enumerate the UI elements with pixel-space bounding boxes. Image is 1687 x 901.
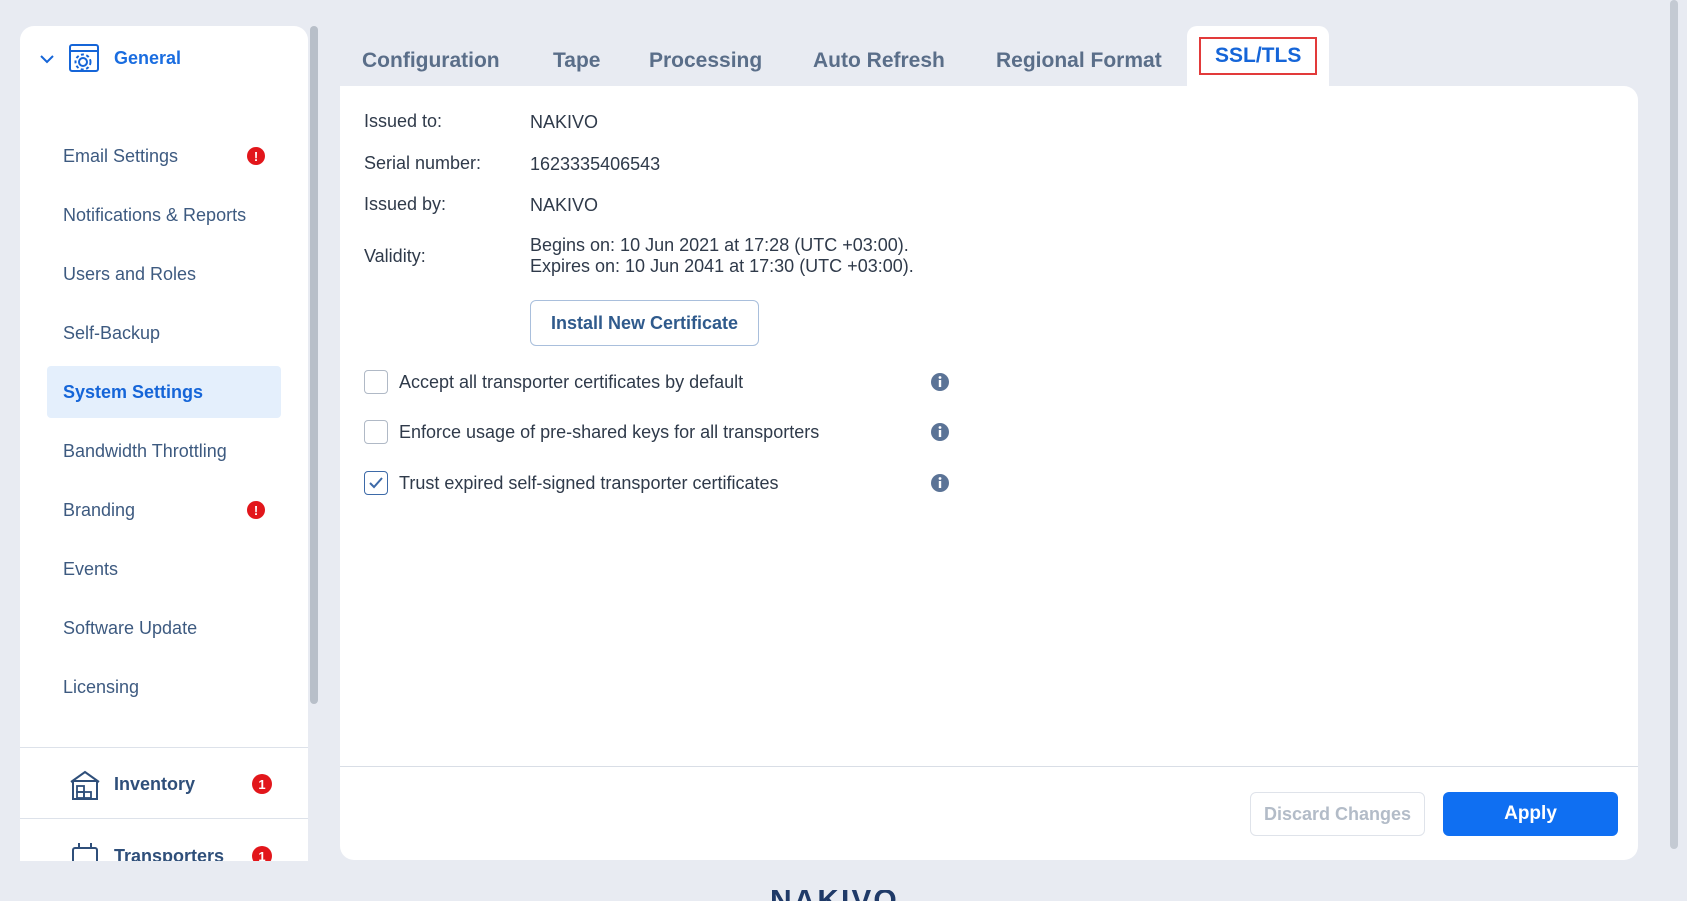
accept-all-certificates-checkbox[interactable] [364, 370, 388, 394]
sidebar-item-self-backup[interactable]: Self-Backup [47, 307, 281, 359]
option-label: Trust expired self-signed transporter ce… [399, 472, 779, 493]
enforce-pre-shared-keys-checkbox[interactable] [364, 420, 388, 444]
serial-number-label: Serial number: [364, 153, 482, 173]
option-accept-all-certificates: Accept all transporter certificates by d… [364, 367, 944, 397]
page-scrollbar-thumb[interactable] [1670, 0, 1678, 849]
sidebar-divider [20, 747, 308, 748]
sidebar-item-events[interactable]: Events [47, 543, 281, 595]
sidebar-item-email-settings[interactable]: Email Settings ! [47, 130, 281, 182]
sidebar-item-bandwidth-throttling[interactable]: Bandwidth Throttling [47, 425, 281, 477]
sidebar-item-label: Bandwidth Throttling [63, 440, 227, 461]
issued-to-label: Issued to: [364, 111, 443, 131]
issued-by-label: Issued by: [364, 194, 447, 214]
tab-ssl-tls[interactable]: SSL/TLS [1187, 26, 1330, 86]
transporters-count-badge: 1 [252, 846, 272, 861]
sidebar-scrollbar-thumb[interactable] [310, 26, 318, 704]
chevron-down-icon[interactable] [38, 50, 56, 68]
gear-window-icon [69, 44, 99, 72]
page-scrollbar[interactable] [1669, 0, 1679, 901]
sidebar-item-system-settings[interactable]: System Settings [47, 366, 281, 418]
issued-to-value: NAKIVO [530, 112, 599, 132]
sidebar-item-notifications-reports[interactable]: Notifications & Reports [47, 189, 281, 241]
tab-tape[interactable]: Tape [553, 36, 600, 86]
tab-configuration[interactable]: Configuration [362, 36, 500, 86]
ssl-tls-panel: Issued to: NAKIVO Serial number: 1623335… [340, 86, 1638, 860]
validity-expires: Expires on: 10 Jun 2041 at 17:30 (UTC +0… [530, 256, 914, 276]
sidebar-item-label: System Settings [63, 381, 204, 402]
sidebar-item-label: Licensing [63, 676, 140, 697]
section-general-title: General [114, 47, 182, 68]
sidebar-item-label: Self-Backup [63, 322, 161, 343]
info-icon[interactable] [930, 372, 950, 392]
alert-icon: ! [247, 501, 265, 519]
sidebar-item-licensing[interactable]: Licensing [47, 661, 281, 713]
trust-expired-certificates-checkbox[interactable] [364, 471, 388, 495]
info-icon[interactable] [930, 473, 950, 493]
settings-sidebar: General Email Settings ! Notifications &… [20, 26, 308, 861]
apply-button[interactable]: Apply [1443, 792, 1618, 836]
issued-by-value: NAKIVO [530, 195, 599, 215]
tab-ssl-tls-label: SSL/TLS [1199, 37, 1318, 75]
sidebar-item-branding[interactable]: Branding ! [47, 484, 281, 536]
section-general[interactable]: General [20, 28, 308, 88]
install-new-certificate-button[interactable]: Install New Certificate [530, 300, 759, 346]
sidebar-item-users-roles[interactable]: Users and Roles [47, 248, 281, 300]
section-transporters-title: Transporters [114, 845, 225, 862]
tab-auto-refresh[interactable]: Auto Refresh [813, 36, 945, 86]
sidebar-item-label: Users and Roles [63, 263, 197, 284]
sidebar-item-label: Events [63, 558, 119, 579]
checkmark-icon [369, 477, 383, 489]
sidebar-item-label: Branding [63, 499, 136, 520]
sidebar-item-label: Software Update [63, 617, 198, 638]
sidebar-divider [20, 818, 308, 819]
inventory-icon [70, 770, 100, 800]
section-inventory[interactable]: Inventory 1 [20, 754, 308, 814]
section-transporters[interactable]: Transporters 1 [20, 826, 308, 861]
sidebar-item-software-update[interactable]: Software Update [47, 602, 281, 654]
tab-processing[interactable]: Processing [649, 36, 762, 86]
transporter-icon [72, 843, 98, 861]
sidebar-item-label: Email Settings [63, 145, 179, 166]
validity-begins: Begins on: 10 Jun 2021 at 17:28 (UTC +03… [530, 235, 909, 255]
option-label: Accept all transporter certificates by d… [399, 371, 744, 392]
section-inventory-title: Inventory [114, 773, 196, 794]
option-trust-expired-certificates: Trust expired self-signed transporter ce… [364, 468, 944, 498]
tab-regional-format[interactable]: Regional Format [996, 36, 1162, 86]
info-icon[interactable] [930, 422, 950, 442]
serial-number-value: 1623335406543 [530, 154, 661, 174]
sidebar-scrollbar[interactable] [309, 26, 319, 861]
nakivo-logo: NAKIVO [770, 890, 899, 901]
panel-divider [340, 766, 1638, 767]
validity-label: Validity: [364, 246, 426, 266]
inventory-count-badge: 1 [252, 774, 272, 794]
sidebar-item-label: Notifications & Reports [63, 204, 247, 225]
option-label: Enforce usage of pre-shared keys for all… [399, 421, 820, 442]
option-enforce-pre-shared-keys: Enforce usage of pre-shared keys for all… [364, 417, 944, 447]
discard-changes-button[interactable]: Discard Changes [1250, 792, 1425, 836]
alert-icon: ! [247, 147, 265, 165]
